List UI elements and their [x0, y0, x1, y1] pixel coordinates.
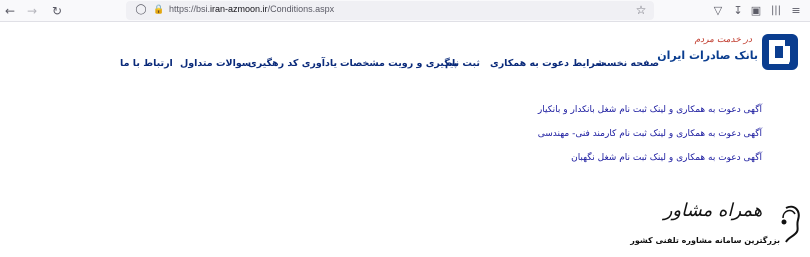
- logo-name: بانک صادرات ایران: [657, 49, 758, 62]
- announcement-list: آگهی دعوت به همکاری و لینک ثبت نام شغل ب…: [362, 104, 762, 176]
- announcement-link-guard[interactable]: آگهی دعوت به همکاری و لینک ثبت نام شغل ن…: [362, 152, 762, 176]
- watermark-tagline: بزرگترین سامانه مشاوره تلفنی کشور: [630, 236, 780, 245]
- menu-item-conditions[interactable]: شرایط دعوت به همکاری: [490, 58, 605, 69]
- logo-slogan: در خدمت مردم: [694, 35, 752, 45]
- back-arrow-icon[interactable]: ←: [2, 3, 18, 19]
- address-bar[interactable]: ◯ 🔒 https://bsi.iran-azmoon.ir/Condition…: [126, 1, 654, 20]
- bank-emblem-icon: [762, 34, 798, 70]
- hamburger-menu-icon[interactable]: ≡: [788, 3, 804, 19]
- bookmark-star-icon[interactable]: ☆: [634, 3, 648, 17]
- menu-item-tracking-code-reminder[interactable]: یادآوری کد رهگیری: [248, 58, 337, 69]
- menu-item-tracking[interactable]: پیگیری و رویت مشخصات: [340, 58, 457, 69]
- forward-arrow-icon[interactable]: →: [24, 3, 40, 19]
- menu-item-home[interactable]: صفحه نخست: [597, 58, 659, 69]
- announcement-link-engineer[interactable]: آگهی دعوت به همکاری و لینک ثبت نام کارمن…: [362, 128, 762, 152]
- library-icon[interactable]: |||: [768, 3, 784, 19]
- bank-logo[interactable]: در خدمت مردم بانک صادرات ایران: [657, 34, 798, 74]
- watermark: همراه مشاور بزرگترین سامانه مشاوره تلفنی…: [630, 198, 806, 254]
- lock-icon[interactable]: 🔒: [152, 3, 166, 17]
- main-menu: صفحه نخست شرایط دعوت به همکاری ثبت نام پ…: [120, 58, 659, 74]
- shield-icon[interactable]: ◯: [134, 3, 148, 17]
- menu-item-contact[interactable]: ارتباط با ما: [120, 58, 173, 69]
- extensions-icon[interactable]: ▣: [748, 3, 764, 19]
- download-icon[interactable]: ↧: [730, 3, 746, 19]
- pocket-icon[interactable]: ▽: [710, 3, 726, 19]
- url-text[interactable]: https://bsi.iran-azmoon.ir/Conditions.as…: [169, 4, 334, 14]
- browser-toolbar: ← → ↻ ◯ 🔒 https://bsi.iran-azmoon.ir/Con…: [0, 0, 810, 22]
- announcement-link-banker[interactable]: آگهی دعوت به همکاری و لینک ثبت نام شغل ب…: [362, 104, 762, 128]
- menu-item-faq[interactable]: سوالات متداول: [180, 58, 251, 69]
- headset-consultant-icon: [781, 205, 800, 243]
- watermark-logo-text: همراه مشاور: [663, 200, 763, 221]
- reload-icon[interactable]: ↻: [49, 3, 65, 19]
